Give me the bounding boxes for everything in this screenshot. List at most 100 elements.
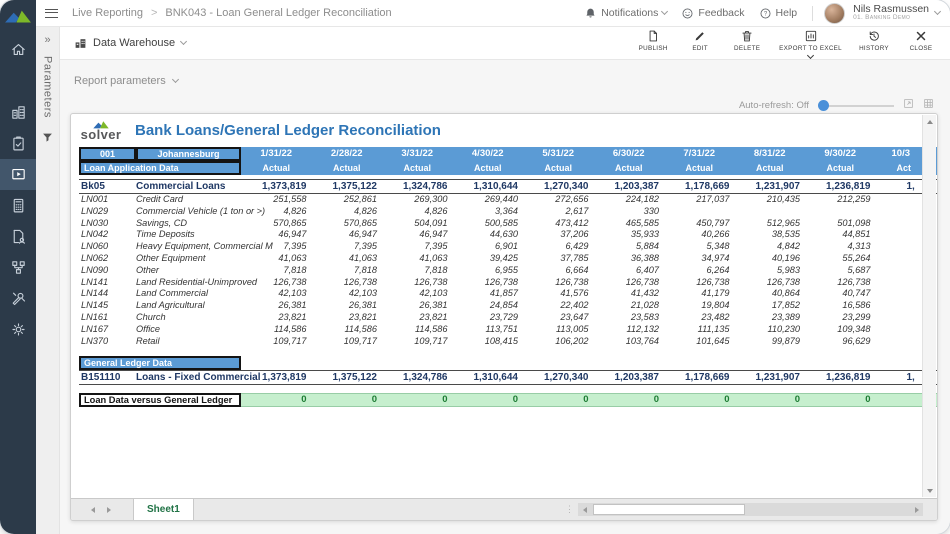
row-value: 269,300 xyxy=(382,194,453,206)
sheet-prev-icon[interactable] xyxy=(91,507,95,513)
app-window: Live Reporting > BNK043 - Loan General L… xyxy=(0,0,950,534)
grid-view-icon[interactable] xyxy=(923,96,934,114)
row-value: 7,818 xyxy=(241,265,312,277)
row-code: Bk05 xyxy=(79,180,136,194)
report-parameters-dropdown[interactable]: Report parameters xyxy=(74,75,178,87)
scroll-down-icon[interactable] xyxy=(923,484,936,497)
row-value: 570,865 xyxy=(312,218,383,230)
row-value: 570,865 xyxy=(241,218,312,230)
expand-view-icon[interactable] xyxy=(903,96,914,114)
sidebar-item-home[interactable] xyxy=(0,34,36,65)
section-gl-row: General Ledger Data xyxy=(79,356,938,370)
row-value: 272,656 xyxy=(523,194,594,206)
column-scenario-header: Actual xyxy=(382,161,453,175)
row-value: 504,091 xyxy=(382,218,453,230)
row-value: 1,203,387 xyxy=(594,371,665,385)
edit-pencil-icon xyxy=(693,29,707,43)
excel-export-icon xyxy=(804,29,818,43)
notifications-button[interactable]: Notifications xyxy=(580,7,671,20)
vertical-scrollbar[interactable] xyxy=(922,115,936,497)
scroll-up-icon[interactable] xyxy=(923,115,936,128)
loan-detail-row: LN144Land Commercial42,10342,10342,10341… xyxy=(79,288,938,300)
row-code: LN141 xyxy=(79,277,136,289)
scroll-right-icon[interactable] xyxy=(910,503,923,516)
data-source-dropdown[interactable]: Data Warehouse xyxy=(74,37,186,50)
row-name: Retail xyxy=(136,336,241,348)
auto-refresh-label: Auto-refresh: Off xyxy=(739,100,809,111)
sidebar-item-settings[interactable] xyxy=(0,314,36,345)
row-code: LN167 xyxy=(79,324,136,336)
process-flow-icon xyxy=(10,259,27,276)
horizontal-scrollbar[interactable] xyxy=(578,503,923,516)
row-value: 109,348 xyxy=(805,324,876,336)
row-name: Other Equipment xyxy=(136,253,241,265)
delete-button[interactable]: DELETE xyxy=(732,29,762,58)
row-value: 40,196 xyxy=(735,253,806,265)
diff-value: 0 xyxy=(453,393,524,407)
row-value: 1,310,644 xyxy=(453,371,524,385)
row-value: 55,264 xyxy=(805,253,876,265)
row-value: 5,348 xyxy=(664,241,735,253)
diff-row: Loan Data versus General Ledger000000000 xyxy=(79,393,938,407)
filter-funnel-icon[interactable] xyxy=(42,130,53,148)
loan-detail-row: LN030Savings, CD570,865570,865504,091500… xyxy=(79,218,938,230)
row-value: 4,826 xyxy=(241,206,312,218)
sidebar-item-tasks[interactable] xyxy=(0,128,36,159)
feedback-button[interactable]: Feedback xyxy=(677,7,748,20)
row-value: 99,879 xyxy=(735,336,806,348)
user-avatar[interactable] xyxy=(824,3,845,24)
data-warehouse-icon xyxy=(74,37,87,50)
sheet-next-icon[interactable] xyxy=(107,507,111,513)
row-code: LN029 xyxy=(79,206,136,218)
sidebar-item-company[interactable] xyxy=(0,97,36,128)
row-name: Heavy Equipment, Commercial M xyxy=(136,241,241,253)
sidebar-item-report-viewer[interactable] xyxy=(0,159,36,190)
publish-label: PUBLISH xyxy=(639,45,668,52)
row-value: 34,974 xyxy=(664,253,735,265)
column-date-header: 5/31/22 xyxy=(523,147,594,161)
solver-logo-text: solver xyxy=(81,129,122,141)
scrollbar-thumb[interactable] xyxy=(593,504,745,515)
calculator-icon xyxy=(10,197,27,214)
publish-button[interactable]: PUBLISH xyxy=(638,29,668,58)
close-button[interactable]: CLOSE xyxy=(906,29,936,58)
menu-icon[interactable] xyxy=(45,9,58,18)
report-toolbar: Data Warehouse PUBLISH EDIT xyxy=(60,27,950,60)
row-value: 113,751 xyxy=(453,324,524,336)
sidebar-item-calculator[interactable] xyxy=(0,190,36,221)
auto-refresh-slider[interactable] xyxy=(818,100,894,111)
sheet-tab[interactable]: Sheet1 xyxy=(133,499,194,520)
expand-panel-button[interactable]: » xyxy=(44,35,50,46)
help-button[interactable]: ? Help xyxy=(755,7,802,20)
trash-icon xyxy=(740,29,754,43)
row-value: 23,482 xyxy=(664,312,735,324)
sidebar-item-process[interactable] xyxy=(0,252,36,283)
row-value: 22,402 xyxy=(523,300,594,312)
user-chevron-icon[interactable] xyxy=(934,8,941,15)
history-button[interactable]: HISTORY xyxy=(859,29,889,58)
edit-button[interactable]: EDIT xyxy=(685,29,715,58)
row-value: 44,851 xyxy=(805,229,876,241)
row-value: 39,425 xyxy=(453,253,524,265)
sidebar-item-report-packages[interactable] xyxy=(0,221,36,252)
row-value: 7,818 xyxy=(382,265,453,277)
slider-knob-icon[interactable] xyxy=(818,100,829,111)
chevron-down-icon xyxy=(661,8,668,15)
row-code: LN030 xyxy=(79,218,136,230)
user-block[interactable]: Nils Rasmussen 01. Banking Demo xyxy=(853,4,929,22)
row-value: 500,585 xyxy=(453,218,524,230)
export-label: EXPORT TO EXCEL xyxy=(779,45,842,52)
sidebar-item-tools[interactable] xyxy=(0,283,36,314)
breadcrumb-section[interactable]: Live Reporting xyxy=(72,7,143,19)
row-value: 126,738 xyxy=(312,277,383,289)
row-value: 103,764 xyxy=(594,336,665,348)
scrollbar-grip-icon[interactable]: ⋮ xyxy=(565,505,574,514)
export-to-excel-button[interactable]: EXPORT TO EXCEL xyxy=(779,29,842,58)
row-value: 16,586 xyxy=(805,300,876,312)
row-value: 126,738 xyxy=(805,277,876,289)
scroll-left-icon[interactable] xyxy=(578,503,591,516)
loan-detail-row: LN042Time Deposits46,94746,94746,94744,6… xyxy=(79,229,938,241)
row-code: LN001 xyxy=(79,194,136,206)
row-value: 1,270,340 xyxy=(523,371,594,385)
parameters-label[interactable]: Parameters xyxy=(42,56,54,118)
